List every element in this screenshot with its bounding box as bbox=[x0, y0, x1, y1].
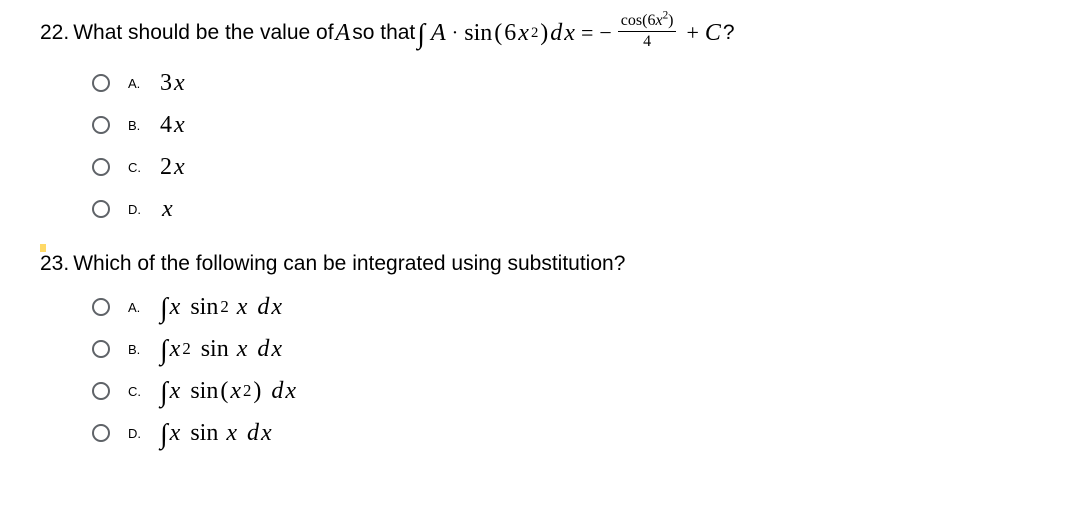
var: x bbox=[174, 154, 185, 181]
radio-icon[interactable] bbox=[92, 382, 110, 400]
radio-icon[interactable] bbox=[92, 74, 110, 92]
q23-option-c[interactable]: C. ∫ x sin ( x 2 ) d x bbox=[92, 374, 1078, 408]
q22-options: A. 3x B. 4x C. 2x D. x bbox=[40, 66, 1078, 226]
radio-icon[interactable] bbox=[92, 424, 110, 442]
q22-frac-cos: cos bbox=[621, 12, 642, 29]
q22-number: 22. bbox=[40, 21, 69, 45]
q22-equals: = bbox=[581, 20, 593, 46]
var: x bbox=[162, 196, 173, 223]
q23-option-a[interactable]: A. ∫ x sin 2 x d x bbox=[92, 290, 1078, 324]
option-letter: D. bbox=[128, 426, 142, 441]
x: x bbox=[237, 294, 248, 321]
var: x bbox=[174, 70, 185, 97]
integral-icon: ∫ bbox=[160, 335, 168, 367]
q22-text-before: What should be the value of bbox=[73, 21, 333, 45]
var: x bbox=[174, 112, 185, 139]
sin: sin bbox=[190, 294, 218, 321]
question-23-text: 23. Which of the following can be integr… bbox=[40, 252, 1078, 276]
q22-option-d[interactable]: D. x bbox=[92, 192, 1078, 226]
q22-frac-num: cos(6x2) bbox=[618, 12, 677, 32]
q22-dx-d: d bbox=[550, 20, 562, 47]
d: d bbox=[257, 294, 269, 321]
option-letter: C. bbox=[128, 384, 142, 399]
q22-frac-rp: ) bbox=[668, 12, 673, 29]
coef: 3 bbox=[160, 70, 172, 97]
d: d bbox=[271, 378, 283, 405]
option-letter: C. bbox=[128, 160, 142, 175]
option-math: ∫ x sin ( x 2 ) d x bbox=[160, 375, 296, 407]
q22-sin: sin bbox=[464, 20, 492, 47]
q22-dot: · bbox=[452, 22, 459, 45]
option-math: ∫ x sin 2 x d x bbox=[160, 291, 282, 323]
x: x bbox=[237, 336, 248, 363]
radio-icon[interactable] bbox=[92, 340, 110, 358]
x: x bbox=[226, 420, 237, 447]
q22-expr-A: A bbox=[431, 20, 446, 47]
q22-lpar: ( bbox=[494, 20, 502, 47]
option-letter: B. bbox=[128, 342, 142, 357]
rp: ) bbox=[253, 378, 261, 405]
q22-minus: − bbox=[599, 20, 611, 46]
q22-frac-x: x bbox=[655, 12, 662, 29]
x: x bbox=[271, 336, 282, 363]
q23-option-b[interactable]: B. ∫ x 2 sin x d x bbox=[92, 332, 1078, 366]
radio-icon[interactable] bbox=[92, 200, 110, 218]
option-letter: D. bbox=[128, 202, 142, 217]
q23-options: A. ∫ x sin 2 x d x B. ∫ x 2 sin bbox=[40, 290, 1078, 450]
option-letter: A. bbox=[128, 300, 142, 315]
q23-option-d[interactable]: D. ∫ x sin x d x bbox=[92, 416, 1078, 450]
sin: sin bbox=[190, 378, 218, 405]
sin: sin bbox=[190, 420, 218, 447]
q22-fraction: cos(6x2) 4 bbox=[618, 12, 677, 50]
question-22: 22. What should be the value of A so tha… bbox=[40, 14, 1078, 226]
radio-icon[interactable] bbox=[92, 116, 110, 134]
option-math: ∫ x sin x d x bbox=[160, 417, 272, 449]
x: x bbox=[170, 378, 181, 405]
q22-rpar: ) bbox=[540, 20, 548, 47]
coef: 4 bbox=[160, 112, 172, 139]
option-math: 2x bbox=[160, 154, 185, 181]
q22-A: A bbox=[336, 20, 351, 47]
option-math: 3x bbox=[160, 70, 185, 97]
q22-C: C bbox=[705, 20, 721, 47]
option-letter: A. bbox=[128, 76, 142, 91]
d: d bbox=[257, 336, 269, 363]
integral-icon: ∫ bbox=[160, 419, 168, 451]
q22-plus: + bbox=[686, 20, 698, 46]
question-22-text: 22. What should be the value of A so tha… bbox=[40, 14, 1078, 52]
x: x bbox=[271, 294, 282, 321]
q22-x: x bbox=[518, 20, 529, 47]
integral-icon: ∫ bbox=[417, 19, 425, 51]
x: x bbox=[261, 420, 272, 447]
question-23: 23. Which of the following can be integr… bbox=[40, 252, 1078, 450]
q22-qmark: ? bbox=[723, 21, 735, 45]
option-math: 4x bbox=[160, 112, 185, 139]
x: x bbox=[170, 294, 181, 321]
x: x bbox=[230, 378, 241, 405]
integral-icon: ∫ bbox=[160, 293, 168, 325]
q22-dx-x: x bbox=[564, 20, 575, 47]
q22-option-b[interactable]: B. 4x bbox=[92, 108, 1078, 142]
lp: ( bbox=[220, 378, 228, 405]
x: x bbox=[170, 420, 181, 447]
highlight-bar bbox=[40, 244, 46, 252]
q22-option-a[interactable]: A. 3x bbox=[92, 66, 1078, 100]
option-letter: B. bbox=[128, 118, 142, 133]
d: d bbox=[247, 420, 259, 447]
q22-text-mid: so that bbox=[352, 21, 415, 45]
option-math: ∫ x 2 sin x d x bbox=[160, 333, 282, 365]
x: x bbox=[170, 336, 181, 363]
q22-frac-den: 4 bbox=[643, 32, 651, 51]
x: x bbox=[285, 378, 296, 405]
option-math: x bbox=[160, 196, 173, 223]
integral-icon: ∫ bbox=[160, 377, 168, 409]
sin: sin bbox=[201, 336, 229, 363]
radio-icon[interactable] bbox=[92, 158, 110, 176]
q23-number: 23. bbox=[40, 252, 69, 276]
q22-six: 6 bbox=[504, 20, 516, 47]
q23-text: Which of the following can be integrated… bbox=[73, 252, 625, 276]
q22-option-c[interactable]: C. 2x bbox=[92, 150, 1078, 184]
coef: 2 bbox=[160, 154, 172, 181]
radio-icon[interactable] bbox=[92, 298, 110, 316]
